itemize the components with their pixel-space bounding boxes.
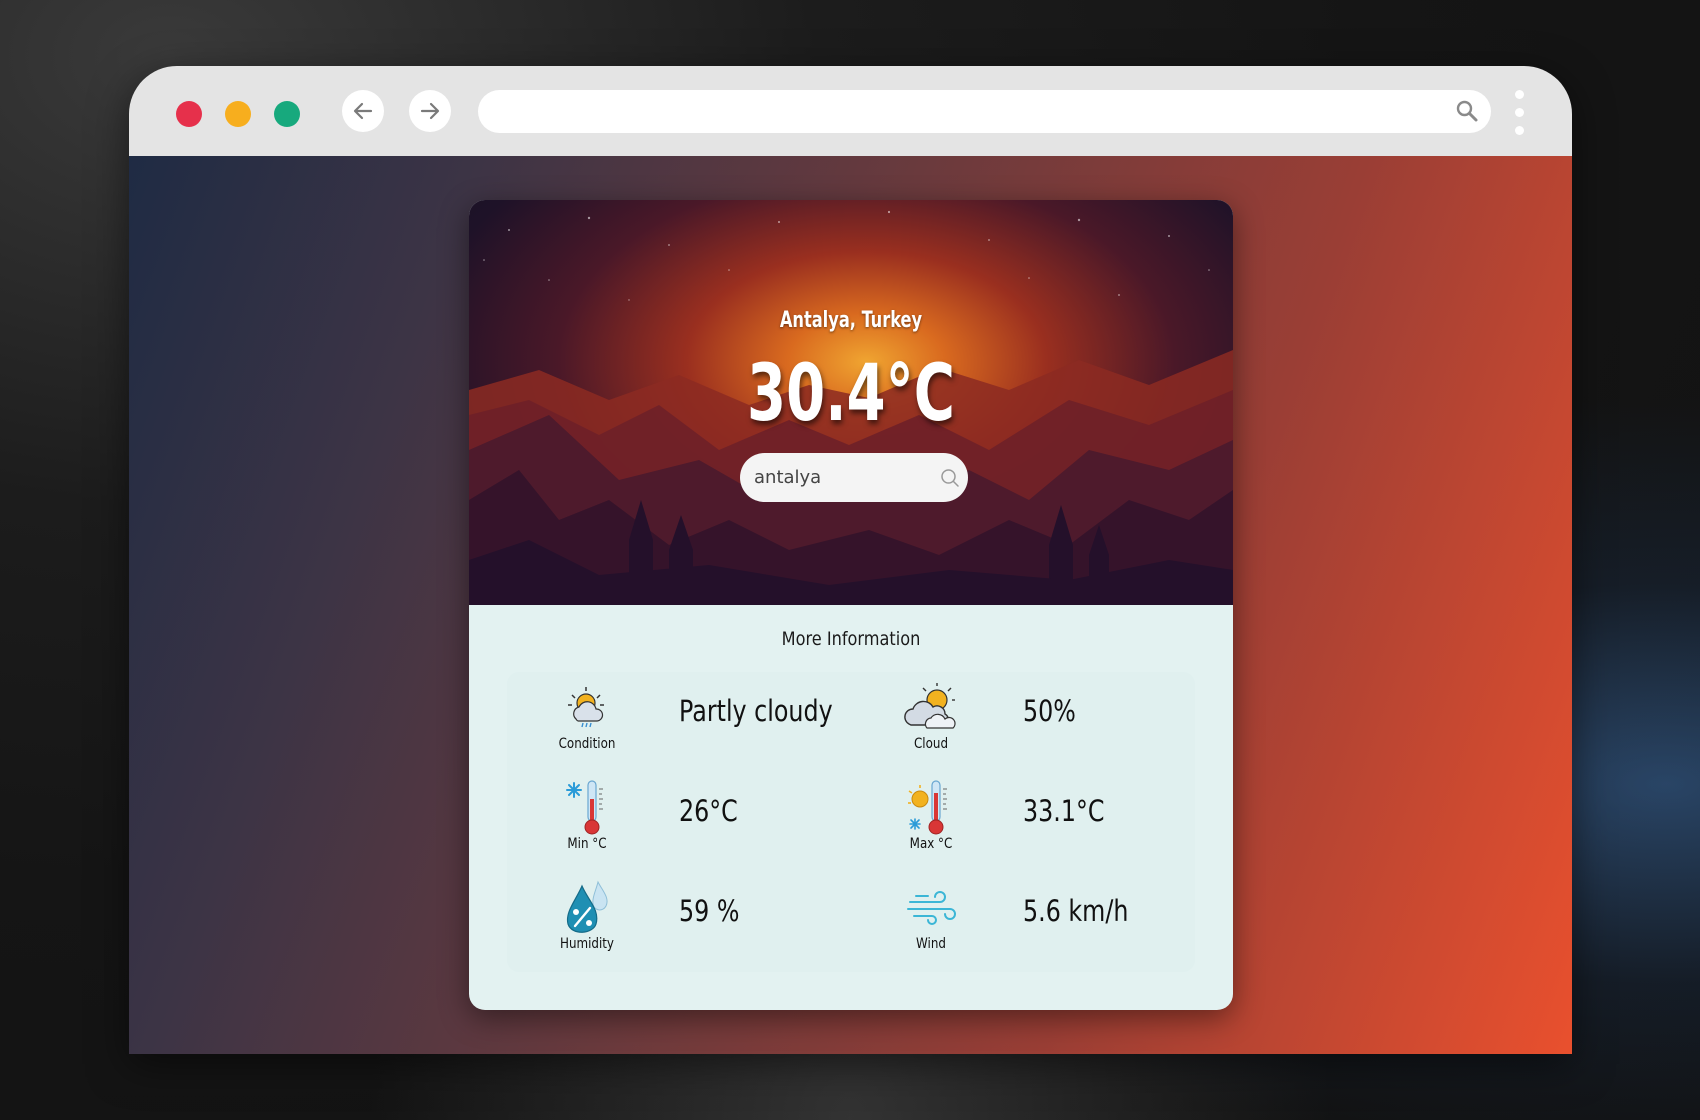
browser-toolbar: [129, 66, 1572, 156]
detail-wind-label: Wind: [916, 936, 946, 952]
current-temperature: 30.4°C: [747, 349, 955, 439]
maximize-window-button[interactable]: [274, 101, 300, 127]
city-search-input[interactable]: [754, 453, 934, 502]
sun-cloud-rain-icon: [568, 687, 604, 728]
detail-cloud: Cloud 50%: [851, 672, 1195, 772]
detail-wind: Wind 5.6 km/h: [851, 872, 1195, 972]
detail-humidity: Humidity 59 %: [507, 872, 851, 972]
kebab-menu-icon[interactable]: [1515, 90, 1525, 136]
minimize-window-button[interactable]: [225, 101, 251, 127]
detail-max-value: 33.1°C: [1023, 794, 1105, 828]
city-search-box[interactable]: [740, 453, 968, 502]
cloud-sun-icon: [904, 683, 956, 729]
detail-wind-value: 5.6 km/h: [1023, 894, 1129, 928]
page-viewport: Antalya, Turkey 30.4°C More Information: [129, 156, 1572, 1054]
wind-icon: [907, 891, 956, 925]
more-information-heading: More Information: [781, 628, 921, 650]
search-icon[interactable]: [1455, 99, 1479, 123]
address-bar[interactable]: [478, 90, 1491, 133]
detail-humidity-value: 59 %: [679, 894, 740, 928]
weather-details-grid: Condition Partly cloudy Cloud 50% Min °C…: [507, 672, 1195, 972]
detail-condition-value: Partly cloudy: [679, 694, 833, 728]
detail-humidity-label: Humidity: [560, 936, 614, 952]
browser-window: Antalya, Turkey 30.4°C More Information: [129, 66, 1572, 1054]
detail-condition: Condition Partly cloudy: [507, 672, 851, 772]
detail-min-label: Min °C: [567, 836, 607, 852]
detail-max: Max °C 33.1°C: [851, 772, 1195, 872]
search-icon[interactable]: [939, 467, 961, 489]
humidity-drop-icon: [566, 880, 608, 933]
forward-button[interactable]: [409, 90, 451, 132]
back-button[interactable]: [342, 90, 384, 132]
back-arrow-icon: [353, 102, 373, 120]
thermometer-hot-icon: [908, 780, 947, 835]
detail-condition-label: Condition: [558, 736, 616, 752]
detail-cloud-value: 50%: [1023, 694, 1076, 728]
thermometer-cold-icon: [566, 780, 603, 835]
location-name: Antalya, Turkey: [779, 308, 923, 333]
weather-card: Antalya, Turkey 30.4°C More Information: [469, 200, 1233, 1010]
detail-min: Min °C 26°C: [507, 772, 851, 872]
forward-arrow-icon: [420, 102, 440, 120]
weather-hero: Antalya, Turkey 30.4°C: [469, 200, 1233, 605]
detail-cloud-label: Cloud: [914, 736, 948, 752]
detail-min-value: 26°C: [679, 794, 738, 828]
close-window-button[interactable]: [176, 101, 202, 127]
detail-max-label: Max °C: [909, 836, 953, 852]
